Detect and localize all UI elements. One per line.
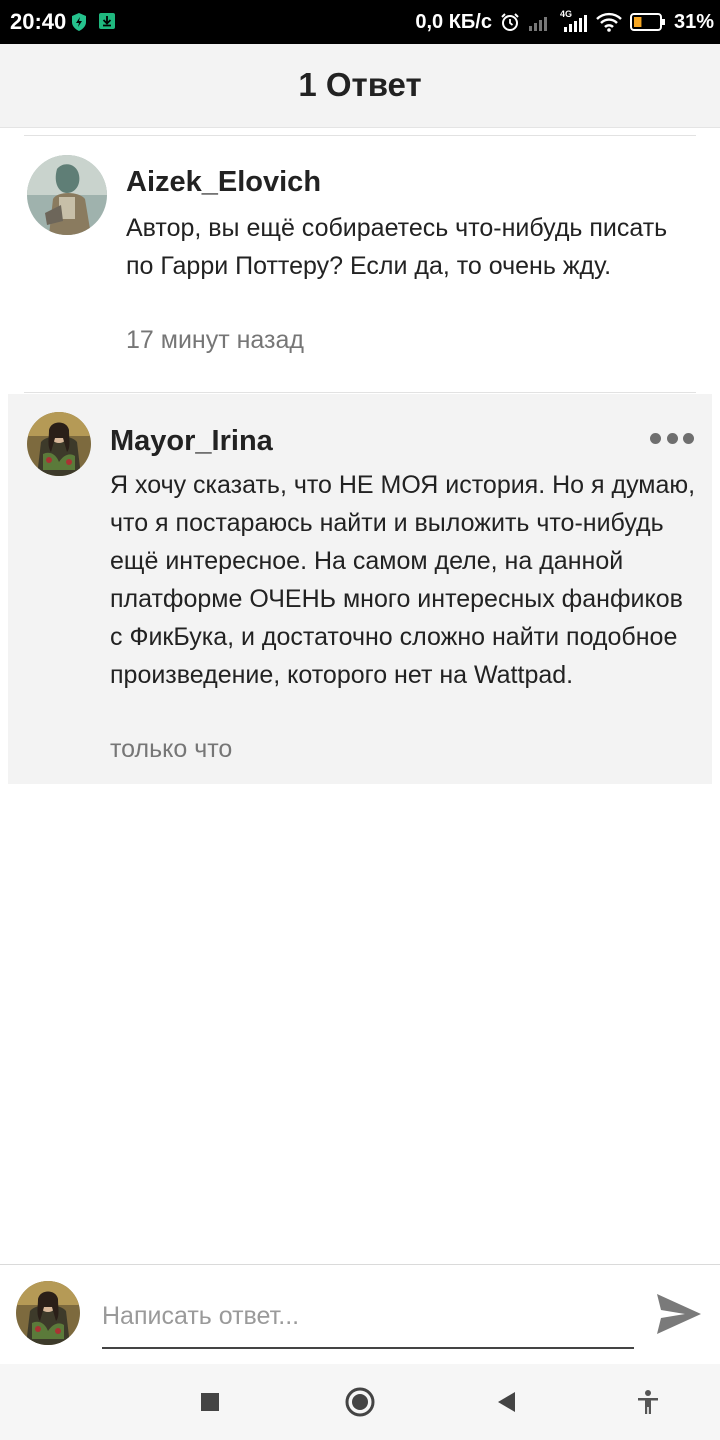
signal-4g-icon: 4G <box>560 9 588 33</box>
battery-percent: 31% <box>673 10 714 33</box>
divider <box>24 392 696 393</box>
reply-bar <box>0 1264 720 1364</box>
download-icon <box>98 12 116 32</box>
comment-username[interactable]: Aizek_Elovich <box>126 166 321 199</box>
shield-bolt-icon <box>70 12 88 32</box>
signal-icon <box>528 12 552 32</box>
battery-fill <box>633 17 642 27</box>
battery-icon <box>629 12 666 32</box>
wifi-icon <box>596 12 622 32</box>
system-nav-bar <box>0 1364 720 1440</box>
more-dots-icon[interactable] <box>650 428 694 448</box>
send-icon[interactable] <box>652 1287 706 1341</box>
comment-timestamp: только что <box>110 735 233 763</box>
header: 1 Ответ <box>0 44 720 128</box>
avatar[interactable] <box>27 412 91 476</box>
comment-text: Автор, вы ещё собираетесь что-нибудь пис… <box>126 214 668 280</box>
back-triangle-icon[interactable] <box>486 1382 526 1422</box>
comment-item[interactable]: Aizek_Elovich Автор, вы ещё собираетесь … <box>0 136 720 392</box>
comment-username[interactable]: Mayor_Irina <box>110 425 273 458</box>
accessibility-icon[interactable] <box>628 1382 668 1422</box>
alarm-icon <box>500 12 520 32</box>
status-right-group: 0,0 КБ/с 4G 31% <box>415 8 714 36</box>
network-speed: 0,0 КБ/с <box>415 10 492 33</box>
status-time: 20:40 <box>10 9 67 34</box>
comment-timestamp: 17 минут назад <box>126 326 304 354</box>
avatar[interactable] <box>27 155 107 235</box>
page-title: 1 Ответ <box>298 66 422 103</box>
status-bar: 20:40 0,0 КБ/с 4G 31% <box>0 0 720 44</box>
circle-home-icon[interactable] <box>340 1382 380 1422</box>
reply-input[interactable] <box>102 1291 634 1349</box>
comment-text: Я хочу сказать, что НЕ МОЯ история. Но я… <box>110 471 696 689</box>
comment-item-highlighted[interactable]: Mayor_Irina Я хочу сказать, что НЕ МОЯ и… <box>8 394 712 784</box>
square-icon[interactable] <box>190 1382 230 1422</box>
current-user-avatar <box>16 1281 80 1345</box>
